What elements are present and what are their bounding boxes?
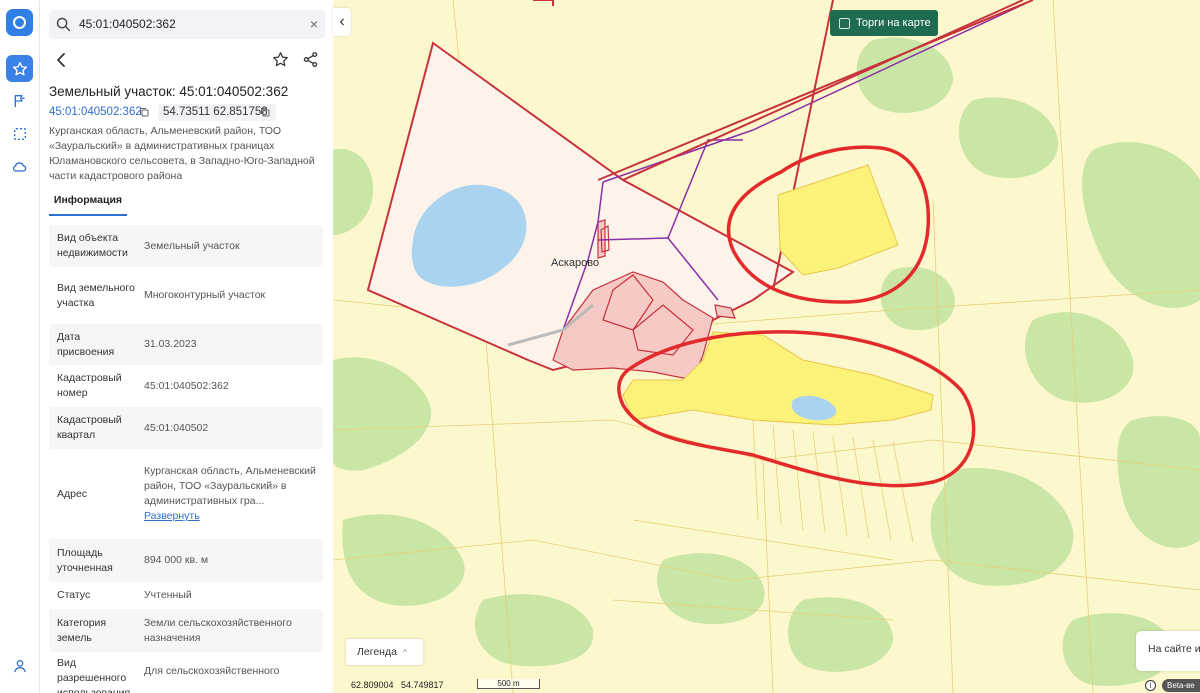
table-row: Вид объекта недвижимости Земельный участ…	[49, 225, 323, 267]
property-key: Категория земель	[57, 616, 107, 644]
favorite-star-icon[interactable]	[272, 51, 289, 68]
identifier-row: 45:01:040502:362 54.73511 62.851758	[49, 104, 329, 121]
property-key: Статус	[57, 589, 91, 601]
property-value: Земельный участок	[144, 239, 240, 252]
property-key: Вид объекта недвижимости	[57, 232, 128, 259]
property-key: Вид земельного участка	[57, 281, 135, 309]
auctions-checkbox[interactable]	[839, 17, 850, 29]
cloud-icon	[12, 161, 27, 172]
search-box[interactable]: 45:01:040502:362 ×	[49, 10, 325, 39]
legend-button[interactable]: Легенда ^	[346, 639, 423, 665]
property-value: Курганская область, Альменевский район, …	[136, 449, 323, 539]
property-key: Кадастровый квартал	[57, 414, 122, 441]
beta-badge: Beta-ве	[1162, 679, 1200, 692]
back-arrow-icon[interactable]	[55, 52, 67, 68]
coordinate-lat: 54.749817	[401, 680, 444, 690]
chevron-left-icon: ‹	[339, 13, 345, 30]
panel-toolbar	[49, 48, 325, 74]
property-value: 31.03.2023	[144, 338, 197, 350]
coordinates-text: 54.73511 62.851758	[163, 106, 268, 118]
expand-address-link[interactable]: Развернуть	[144, 509, 200, 524]
scale-bar: 500 m	[477, 679, 540, 689]
profile-button[interactable]	[6, 652, 33, 679]
table-row: Кадастровый номер 45:01:040502:362	[49, 365, 323, 407]
property-key: Площадь уточненная	[57, 546, 113, 574]
info-icon[interactable]: i	[1145, 680, 1156, 691]
auctions-toggle[interactable]: Торги на карте	[830, 10, 938, 36]
site-info-popup[interactable]: На сайте ис	[1136, 631, 1200, 671]
property-value: Многоконтурный участок	[144, 289, 266, 301]
property-value: Учтенный	[144, 589, 192, 601]
property-key: Кадастровый номер	[57, 372, 122, 399]
map-drawing: Аскарово	[333, 0, 1200, 693]
search-icon	[56, 17, 71, 32]
object-panel: 45:01:040502:362 × Земельный участок: 45…	[40, 0, 333, 693]
auctions-label: Торги на карте	[856, 17, 931, 29]
cadastral-number-link[interactable]: 45:01:040502:362	[49, 106, 142, 118]
property-key: Вид разрешенного использования	[57, 657, 131, 693]
place-label: Аскарово	[551, 257, 599, 269]
property-value: 894 000 кв. м	[144, 554, 209, 566]
share-icon[interactable]	[302, 51, 319, 68]
object-address: Курганская область, Альменевский район, …	[49, 125, 315, 182]
map-statusbar: 62.809004 54.749817 500 m i Beta-ве	[345, 679, 1200, 693]
table-row: Кадастровый квартал 45:01:040502	[49, 407, 323, 449]
close-icon[interactable]: ×	[310, 16, 318, 32]
left-rail	[0, 0, 40, 693]
star-icon	[12, 61, 27, 75]
table-row: Вид разрешенного использования Для сельс…	[49, 652, 323, 693]
route-button[interactable]	[6, 87, 33, 114]
route-icon	[14, 94, 25, 107]
selection-button[interactable]	[6, 120, 33, 147]
properties-table: Вид объекта недвижимости Земельный участ…	[49, 225, 323, 693]
property-value: Для сельскохозяйственного	[144, 665, 280, 677]
table-row: Адрес Курганская область, Альменевский р…	[49, 449, 323, 539]
property-value: Земли сельскохозяйственного назначения	[144, 616, 292, 644]
property-key: Дата присвоения	[57, 330, 115, 358]
map-canvas[interactable]: Аскарово Торги на карте	[333, 0, 1200, 693]
address-text: Курганская область, Альменевский район, …	[144, 465, 316, 507]
copy-coordinates-icon[interactable]	[259, 106, 271, 118]
selection-icon	[13, 127, 26, 140]
collapse-panel-button[interactable]: ‹	[333, 8, 351, 36]
property-key: Адрес	[57, 487, 88, 500]
chevron-up-icon: ^	[402, 647, 407, 657]
tab-information[interactable]: Информация	[49, 192, 127, 216]
table-row: Категория земель Земли сельскохозяйствен…	[49, 609, 323, 652]
coordinate-lon: 62.809004	[351, 680, 394, 690]
property-value: 45:01:040502	[144, 421, 209, 434]
user-icon	[13, 659, 26, 672]
layers-cloud-button[interactable]	[6, 153, 33, 180]
property-value: 45:01:040502:362	[144, 379, 229, 392]
legend-label: Легенда	[357, 646, 397, 658]
table-row: Площадь уточненная 894 000 кв. м	[49, 539, 323, 582]
favorites-button[interactable]	[6, 55, 33, 82]
search-input[interactable]: 45:01:040502:362	[79, 17, 176, 31]
logo-icon[interactable]	[6, 9, 33, 36]
table-row: Статус Учтенный	[49, 582, 323, 609]
table-row: Вид земельного участка Многоконтурный уч…	[49, 267, 323, 324]
copy-icon[interactable]	[138, 106, 150, 118]
page-title: Земельный участок: 45:01:040502:362	[49, 84, 289, 99]
table-row: Дата присвоения 31.03.2023	[49, 324, 323, 365]
